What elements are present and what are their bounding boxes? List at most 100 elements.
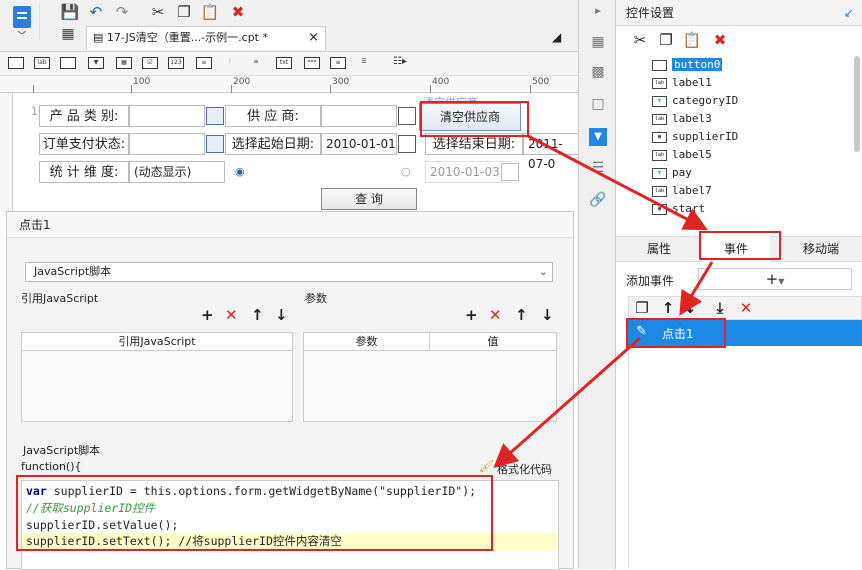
side-icon-strip: ▸ ▦ ▩ □ ▼ ☰ 🔗 [578, 0, 616, 569]
radiogroup-widget-icon[interactable]: ≡ [248, 57, 264, 69]
textbox-widget-icon[interactable] [60, 57, 76, 69]
radio-icon[interactable]: ○ [401, 165, 411, 178]
list-icon[interactable]: ☰ [589, 160, 607, 178]
category-combo[interactable] [129, 105, 205, 127]
widget-item-label: start [672, 202, 706, 215]
list-widget-icon[interactable]: ≡ [330, 57, 346, 69]
widget-item[interactable]: button0 [652, 56, 723, 74]
label-widget-icon[interactable]: lab [34, 57, 50, 69]
panel-title: 控件设置 ↙ [616, 0, 862, 26]
delete-icon[interactable]: ✕ [225, 306, 238, 324]
dimension-value[interactable]: (动态显示) [129, 161, 225, 183]
number-widget-icon[interactable]: 123 [168, 57, 184, 69]
grid-icon[interactable]: ▦ [58, 26, 78, 48]
move-bottom-icon[interactable]: ⤓ [710, 298, 730, 318]
widget-item[interactable]: ▼ categoryID [652, 92, 738, 110]
date-widget-icon[interactable]: ▦ [116, 57, 132, 69]
button-widget-icon[interactable] [8, 57, 24, 69]
event-type-select[interactable]: JavaScript脚本 ⌄ [25, 262, 553, 282]
chevron-right-icon[interactable]: ▸ [589, 4, 607, 22]
file-widget-icon[interactable]: txt [276, 57, 292, 69]
widget-item[interactable]: lab label1 [652, 74, 712, 92]
brush-icon[interactable]: 🖌 [479, 459, 494, 473]
down-icon[interactable]: ↓ [275, 306, 288, 324]
widget-item[interactable]: lab label3 [652, 110, 712, 128]
layout-icon[interactable]: ▦ [589, 34, 607, 52]
event-list-area [628, 346, 862, 569]
tab-properties[interactable]: 属性 [626, 236, 692, 262]
widget-item-label: label3 [672, 112, 712, 125]
tab-close-icon[interactable]: × [308, 27, 319, 49]
up-icon[interactable]: ↑ [658, 298, 678, 318]
copy-icon[interactable]: ❐ [174, 2, 194, 22]
down-icon[interactable]: ↓ [680, 298, 700, 318]
widget-item-label: categoryID [672, 94, 739, 107]
cut-icon[interactable]: ✂ [148, 2, 168, 22]
widget-icon[interactable]: ▼ [589, 128, 607, 146]
widget-item-label: pay [672, 166, 692, 179]
file-menu-icon [13, 6, 31, 35]
expand-icon[interactable]: ↙ [844, 0, 854, 26]
combo-dropdown-icon[interactable] [206, 135, 224, 153]
redo-icon[interactable]: ↷ [112, 2, 132, 22]
file-menu-button[interactable] [10, 4, 40, 40]
up-icon[interactable]: ↑ [515, 306, 528, 324]
frame-icon[interactable]: □ [589, 96, 607, 114]
tab-mobile[interactable]: 移动端 [786, 236, 856, 262]
start-date-input[interactable]: 2010-01-01 [321, 133, 397, 155]
calendar-icon[interactable] [398, 135, 416, 153]
scrollbar[interactable] [854, 56, 860, 152]
widget-item[interactable]: ▼ pay [652, 164, 692, 182]
paste-icon[interactable]: 📋 [682, 30, 702, 50]
add-icon[interactable]: + [201, 306, 214, 324]
supplier-tree[interactable] [321, 105, 397, 127]
password-widget-icon[interactable]: *** [304, 57, 320, 69]
save-icon[interactable]: 💾 [60, 2, 80, 22]
widget-item[interactable]: ▦ start [652, 200, 705, 218]
copy-icon[interactable]: ❐ [656, 30, 676, 50]
widget-list: button0 lab label1 ▼ categoryID lab label3 ▦ sup… [616, 54, 852, 226]
combo-dropdown-icon[interactable] [206, 107, 224, 125]
collapse-icon[interactable]: ◢ [552, 30, 561, 44]
file-tab[interactable]: ▤ 17-JS清空（重置...-示例一.cpt * × [86, 26, 326, 50]
delete-icon[interactable]: ✕ [736, 298, 756, 318]
top-toolbar: 💾 ↶ ↷ ✂ ❐ 📋 ✖ ▦ ▤ 17-JS清空（重置...-示例一.cpt … [0, 0, 578, 52]
grid-icon[interactable]: ▩ [589, 64, 607, 82]
delete-icon[interactable]: ✖ [228, 2, 248, 22]
checkbox-widget-icon[interactable]: ☑ [142, 57, 158, 69]
link-icon[interactable]: 🔗 [589, 192, 607, 210]
radio-icon[interactable]: ◉ [235, 165, 245, 178]
pay-combo[interactable] [129, 133, 205, 155]
down-icon[interactable]: ↓ [541, 306, 554, 324]
add-icon[interactable]: + [465, 306, 478, 324]
copy-icon[interactable]: ❐ [632, 298, 652, 318]
function-head: function(){ [21, 460, 82, 473]
widget-item[interactable]: lab label7 [652, 182, 712, 200]
ruler-label: 100 [133, 77, 151, 87]
widget-item-label: supplierID [672, 130, 739, 143]
widget-item[interactable]: lab label5 [652, 146, 712, 164]
end-date-input[interactable]: 2011-07-0 [523, 133, 578, 171]
textarea-widget-icon[interactable]: ≡ [196, 57, 212, 69]
more-widgets-icon[interactable]: ☷▸ [392, 57, 408, 69]
undo-icon[interactable]: ↶ [86, 2, 106, 22]
ruler-label: 300 [332, 77, 350, 87]
tree-dropdown-icon[interactable] [398, 107, 416, 125]
tree-widget-icon[interactable]: ☰ [356, 57, 372, 69]
delete-icon[interactable]: ✖ [710, 30, 730, 50]
combo-widget-icon[interactable]: ▼ [88, 57, 104, 69]
query-button[interactable]: 查 询 [321, 188, 417, 210]
widget-item-label: label7 [672, 184, 712, 197]
dialog-title: 点击1 [7, 212, 573, 238]
calendar-icon[interactable] [501, 163, 519, 181]
up-icon[interactable]: ↑ [251, 306, 264, 324]
add-event-button[interactable]: +▼ [698, 268, 852, 290]
widget-item[interactable]: ▦ supplierID [652, 128, 738, 146]
delete-icon[interactable]: ✕ [489, 306, 502, 324]
format-code-button[interactable]: 格式化代码 [497, 461, 552, 477]
paste-icon[interactable]: 📋 [200, 2, 220, 22]
date-input-disabled[interactable]: 2010-01-03 [425, 161, 511, 183]
cut-icon[interactable]: ✂ [630, 30, 650, 50]
chevron-down-icon: ⌄ [538, 265, 548, 278]
radio-widget-icon[interactable]: ⋮ [222, 57, 238, 69]
